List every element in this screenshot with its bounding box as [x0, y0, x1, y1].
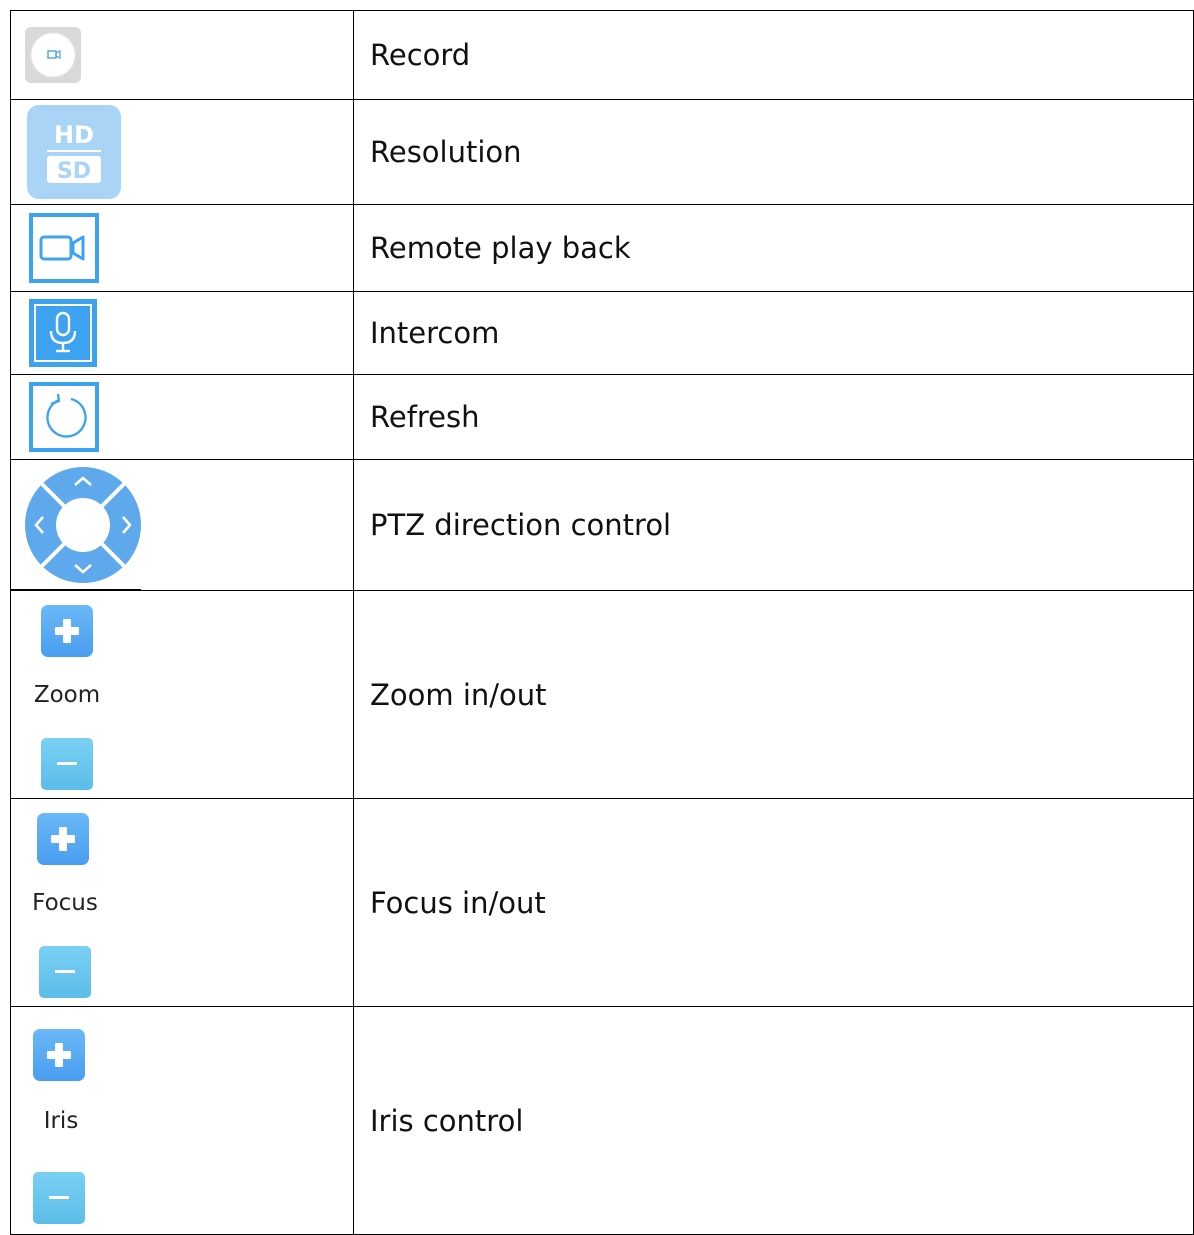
refresh-icon	[29, 382, 99, 452]
table-row: Zoom Zoom in/out	[10, 590, 1194, 799]
minus-icon	[41, 738, 93, 790]
icon-cell: Focus	[10, 798, 354, 1007]
description-cell: PTZ direction control	[353, 459, 1194, 591]
row-label: Zoom in/out	[370, 677, 547, 712]
icon-cell: Zoom	[10, 590, 354, 799]
table-row: Record	[10, 10, 1194, 100]
icon-cell	[10, 459, 354, 591]
table-row: Refresh	[10, 374, 1194, 460]
plus-icon	[33, 1029, 85, 1081]
ptz-direction-icon	[23, 465, 143, 585]
minus-icon	[39, 946, 91, 998]
row-label: Intercom	[370, 316, 500, 350]
minus-icon	[33, 1172, 85, 1224]
table-row: Intercom	[10, 291, 1194, 375]
description-cell: Focus in/out	[353, 798, 1194, 1007]
row-label: Remote play back	[370, 231, 631, 265]
table-row: PTZ direction control	[10, 459, 1194, 591]
description-cell: Iris control	[353, 1006, 1194, 1235]
table-row: Remote play back	[10, 204, 1194, 292]
row-label: Focus in/out	[370, 885, 546, 920]
icon-cell	[10, 10, 354, 100]
focus-label: Focus	[32, 889, 98, 916]
description-cell: Record	[353, 10, 1194, 100]
icon-cell: Iris	[10, 1006, 354, 1235]
video-camera-icon	[29, 213, 99, 283]
record-icon	[25, 27, 81, 83]
icon-legend-table: Record HD SD Resolution Remote play back…	[10, 10, 1194, 1235]
zoom-label: Zoom	[33, 681, 101, 708]
table-row: Iris Iris control	[10, 1006, 1194, 1235]
plus-icon	[37, 813, 89, 865]
iris-plus-minus-icon: Iris	[11, 1007, 121, 1234]
table-row: Focus Focus in/out	[10, 798, 1194, 1007]
icon-cell: HD SD	[10, 99, 354, 205]
zoom-plus-minus-icon: Zoom	[11, 591, 121, 798]
row-label: PTZ direction control	[370, 508, 672, 542]
icon-cell	[10, 291, 354, 375]
description-cell: Zoom in/out	[353, 590, 1194, 799]
row-label: Record	[370, 38, 471, 72]
row-label: Refresh	[370, 400, 480, 434]
microphone-icon	[29, 299, 97, 367]
description-cell: Intercom	[353, 291, 1194, 375]
plus-icon	[41, 605, 93, 657]
row-label: Resolution	[370, 135, 522, 169]
row-label: Iris control	[370, 1103, 524, 1138]
iris-label: Iris	[43, 1107, 79, 1134]
description-cell: Remote play back	[353, 204, 1194, 292]
description-cell: Refresh	[353, 374, 1194, 460]
table-row: HD SD Resolution	[10, 99, 1194, 205]
icon-cell	[10, 204, 354, 292]
sd-text: SD	[57, 159, 91, 184]
icon-cell	[10, 374, 354, 460]
hd-sd-icon: HD SD	[27, 105, 121, 199]
focus-plus-minus-icon: Focus	[11, 799, 121, 1006]
description-cell: Resolution	[353, 99, 1194, 205]
hd-text: HD	[54, 121, 94, 149]
